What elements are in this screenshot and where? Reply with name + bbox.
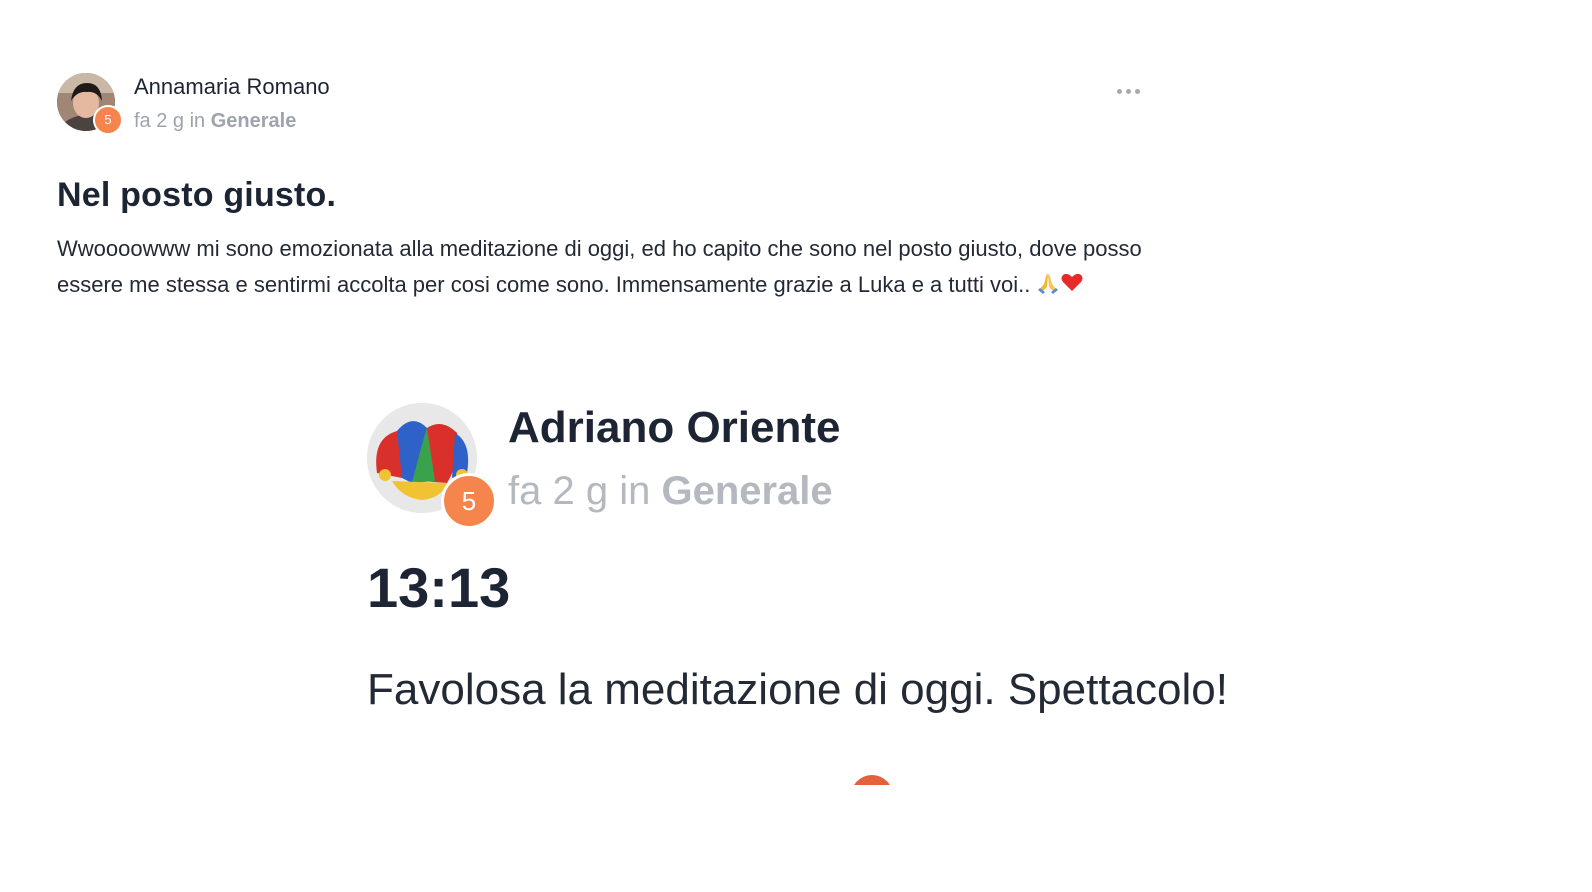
post-title: Nel posto giusto. — [57, 176, 337, 214]
more-options-button[interactable] — [1111, 78, 1145, 104]
embed-space: Generale — [661, 469, 833, 513]
author-avatar-wrap[interactable]: 5 — [57, 73, 123, 135]
embed-body: Favolosa la meditazione di oggi. Spettac… — [367, 665, 1228, 714]
praying-hands-icon — [1038, 273, 1059, 294]
embed-title: 13:13 — [367, 556, 511, 619]
embedded-post-image: 5 Adriano Oriente fa 2 g in Generale 13:… — [365, 395, 1285, 785]
post-body-text: Wwoooowww mi sono emozionata alla medita… — [57, 236, 1142, 297]
level-badge: 5 — [93, 105, 123, 135]
embed-level-badge: 5 — [441, 473, 497, 529]
post-body: Wwoooowww mi sono emozionata alla medita… — [57, 231, 1157, 303]
author-name[interactable]: Annamaria Romano — [134, 74, 330, 100]
space-link[interactable]: Generale — [211, 110, 297, 132]
post-meta: fa 2 g in Generale — [134, 110, 296, 133]
more-dot-icon — [1116, 88, 1122, 94]
post-time: fa 2 g in — [134, 110, 206, 132]
embed-avatar-wrap: 5 — [367, 403, 497, 529]
embed-time: fa 2 g in — [508, 469, 651, 513]
embed-meta: fa 2 g in Generale — [508, 469, 833, 514]
embed-cropped-avatar-icon — [851, 775, 893, 785]
embed-author-name: Adriano Oriente — [508, 403, 841, 452]
more-dot-icon — [1134, 88, 1140, 94]
post-header: 5 Annamaria Romano fa 2 g in Generale — [57, 70, 1167, 136]
red-heart-icon — [1061, 273, 1083, 291]
more-dot-icon — [1125, 88, 1131, 94]
feed-post: 5 Annamaria Romano fa 2 g in Generale Ne… — [57, 70, 1167, 303]
